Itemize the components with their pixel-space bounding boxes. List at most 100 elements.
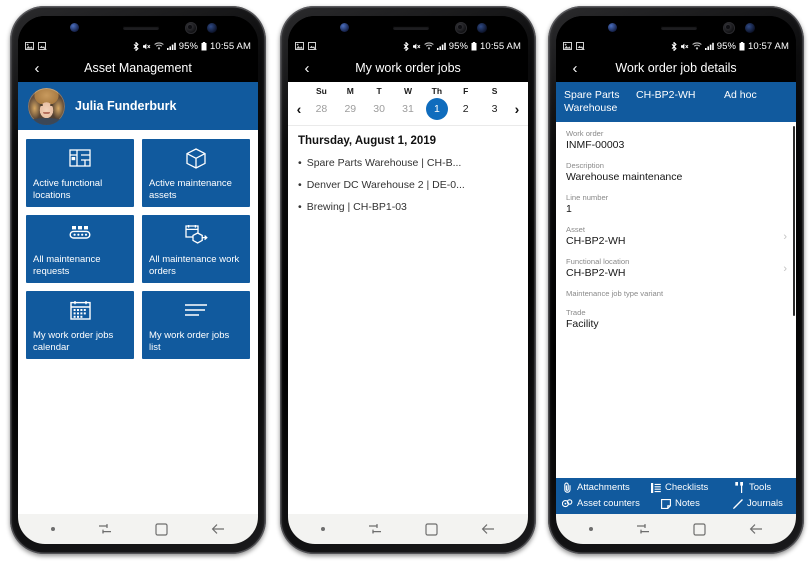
workorder-icon xyxy=(149,222,243,246)
mute-icon xyxy=(142,42,151,51)
action-tools[interactable]: Tools xyxy=(734,482,790,493)
day-number: 3 xyxy=(491,103,498,115)
tab-asset-id[interactable]: CH-BP2-WH xyxy=(636,89,714,102)
counter-icon xyxy=(562,499,573,508)
list-item[interactable]: • Spare Parts Warehouse | CH-B... xyxy=(298,152,518,174)
back-icon[interactable] xyxy=(481,523,495,535)
calendar-day-cell[interactable]: 3 xyxy=(480,98,509,120)
calendar-day-cell[interactable]: 30 xyxy=(365,98,394,120)
tab-ad-hoc[interactable]: Ad hoc xyxy=(724,89,788,102)
action-label: Tools xyxy=(749,482,772,493)
action-notes[interactable]: Notes xyxy=(660,498,732,509)
calendar-day-cell[interactable]: 31 xyxy=(394,98,423,120)
tile-all-maintenance-requests[interactable]: All maintenance requests xyxy=(26,215,134,283)
day-number: 31 xyxy=(402,103,414,115)
field-value: 1 xyxy=(566,203,572,215)
action-label: Checklists xyxy=(665,482,709,493)
recents-icon[interactable] xyxy=(636,523,650,535)
user-name-label: Julia Funderburk xyxy=(75,99,177,113)
wifi-icon xyxy=(423,42,434,50)
earpiece-speaker xyxy=(123,26,159,30)
tile-active-maintenance-assets[interactable]: Active maintenance assets xyxy=(142,139,250,207)
field-value: CH-BP2-WH xyxy=(566,267,626,279)
back-button[interactable]: ‹ xyxy=(288,61,320,76)
back-button[interactable]: ‹ xyxy=(18,61,50,76)
prev-week-button[interactable]: ‹ xyxy=(291,102,307,116)
tile-all-maintenance-work-orders[interactable]: All maintenance work orders xyxy=(142,215,250,283)
action-journals[interactable]: Journals xyxy=(732,498,790,509)
iris-scanner-icon xyxy=(70,23,79,32)
day-of-week-header: Su M T W Th F S xyxy=(288,86,528,96)
proximity-sensor-icon xyxy=(477,22,487,33)
pencil-icon xyxy=(732,498,743,509)
job-action-bar: Attachments Checklists Tools Asset count… xyxy=(556,478,796,514)
day-number: 29 xyxy=(344,103,357,115)
phone2-screen: 95% 10:55 AM ‹ My work order jobs Su M T xyxy=(288,16,528,544)
action-label: Attachments xyxy=(577,482,630,493)
calendar-day-cell[interactable]: 29 xyxy=(336,98,365,120)
recents-icon[interactable] xyxy=(98,523,112,535)
tile-active-functional-locations[interactable]: Active functional locations xyxy=(26,139,134,207)
recents-icon[interactable] xyxy=(368,523,382,535)
dot-icon xyxy=(589,527,594,531)
action-attachments[interactable]: Attachments xyxy=(562,482,650,493)
home-icon[interactable] xyxy=(425,522,438,536)
phone-device-1: 95% 10:55 AM ‹ Asset Management Julia Fu… xyxy=(10,6,266,554)
tile-label: My work order jobs calendar xyxy=(33,330,114,353)
job-tab-bar: Spare Parts Warehouse CH-BP2-WH Ad hoc xyxy=(556,82,796,122)
dow-label: M xyxy=(346,86,354,96)
calendar-day-cell-selected[interactable]: 1 xyxy=(422,98,451,120)
calendar-week-row: ‹ 28 29 30 31 1 2 3 › xyxy=(288,96,528,122)
tile-my-work-order-jobs-list[interactable]: My work order jobs list xyxy=(142,291,250,359)
bluetooth-icon xyxy=(403,41,409,51)
back-icon[interactable] xyxy=(211,523,225,535)
battery-percent-label: 95% xyxy=(448,40,469,52)
action-asset-counters[interactable]: Asset counters xyxy=(562,498,660,509)
phone1-android-nav-bar xyxy=(18,514,258,544)
back-button[interactable]: ‹ xyxy=(556,61,588,76)
mute-icon xyxy=(412,42,421,51)
clock-label: 10:55 AM xyxy=(480,40,521,52)
action-checklists[interactable]: Checklists xyxy=(650,482,734,493)
proximity-sensor-icon xyxy=(207,22,217,33)
phone3-android-nav-bar xyxy=(556,514,796,544)
bluetooth-icon xyxy=(671,41,677,51)
list-item[interactable]: • Brewing | CH-BP1-03 xyxy=(298,196,518,218)
note-icon xyxy=(660,498,671,509)
chevron-right-icon: › xyxy=(783,231,787,243)
tab-spare-parts-warehouse[interactable]: Spare Parts Warehouse xyxy=(564,89,626,114)
list-icon xyxy=(149,298,243,322)
calendar-day-cell[interactable]: 2 xyxy=(451,98,480,120)
proximity-sensor-icon xyxy=(745,22,755,33)
next-week-button[interactable]: › xyxy=(509,102,525,116)
field-description: Description Warehouse maintenance xyxy=(556,156,796,188)
box-icon xyxy=(149,146,243,170)
field-functional-location[interactable]: Functional location CH-BP2-WH › xyxy=(556,252,796,284)
field-value: Facility xyxy=(566,318,599,330)
phone1-hardware-top xyxy=(18,16,258,38)
list-item-label: Brewing | CH-BP1-03 xyxy=(306,201,407,213)
dow-label: S xyxy=(491,86,498,96)
field-label: Description xyxy=(566,161,604,170)
tile-my-work-order-jobs-calendar[interactable]: My work order jobs calendar xyxy=(26,291,134,359)
list-item[interactable]: • Denver DC Warehouse 2 | DE-0... xyxy=(298,174,518,196)
phone2-status-bar: 95% 10:55 AM xyxy=(288,38,528,54)
user-profile-header[interactable]: Julia Funderburk xyxy=(18,82,258,130)
mute-icon xyxy=(680,42,689,51)
home-icon[interactable] xyxy=(155,522,168,536)
tile-label: Active maintenance assets xyxy=(149,178,232,201)
back-icon[interactable] xyxy=(749,523,763,535)
list-item-label: Denver DC Warehouse 2 | DE-0... xyxy=(306,179,465,191)
calendar-day-cell[interactable]: 28 xyxy=(307,98,336,120)
bullet-icon: • xyxy=(298,157,302,169)
field-value: Warehouse maintenance xyxy=(566,171,683,183)
page-title: My work order jobs xyxy=(355,61,461,75)
home-icon[interactable] xyxy=(693,522,706,536)
field-label: Trade xyxy=(566,308,586,317)
phone-device-2: 95% 10:55 AM ‹ My work order jobs Su M T xyxy=(280,6,536,554)
phone2-android-nav-bar xyxy=(288,514,528,544)
clock-label: 10:55 AM xyxy=(210,40,251,52)
signal-icon xyxy=(166,42,176,50)
field-asset[interactable]: Asset CH-BP2-WH › xyxy=(556,220,796,252)
phone2-content: Su M T W Th F S ‹ 28 29 30 31 1 2 3 › Th… xyxy=(288,82,528,514)
